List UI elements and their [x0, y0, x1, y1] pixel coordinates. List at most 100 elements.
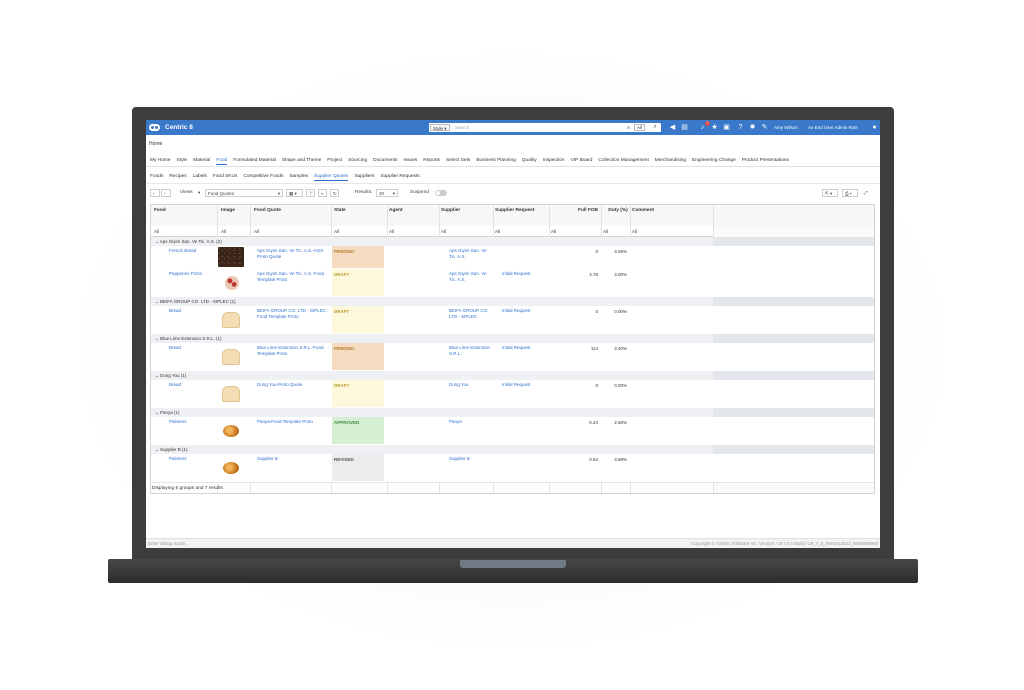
filter-cell[interactable]: All — [603, 229, 608, 234]
subtab-supplier-quotes[interactable]: Supplier Quotes — [314, 174, 349, 181]
star-icon[interactable]: ★ — [710, 123, 719, 132]
column-header-comment[interactable]: Comment — [632, 208, 654, 213]
supplier-request-link[interactable]: Initial Request — [502, 382, 531, 388]
tab-issues[interactable]: Issues — [403, 158, 417, 163]
results-select[interactable]: 20 ▾ — [376, 189, 398, 197]
tab-vip-board[interactable]: VIP Board — [571, 158, 593, 163]
window-icon[interactable]: ▣ — [722, 123, 731, 132]
filter-cell[interactable]: All — [389, 229, 394, 234]
supplier-request-link[interactable]: Initial Request — [502, 271, 531, 277]
tab-select-sets[interactable]: Select Sets — [446, 158, 470, 163]
food-link[interactable]: Bread — [169, 382, 215, 388]
tab-documents[interactable]: Documents — [373, 158, 397, 163]
tab-engineering-change[interactable]: Engineering Change — [692, 158, 736, 163]
food-link[interactable]: Palmiers — [169, 419, 215, 425]
refresh-icon[interactable]: ↻ — [330, 189, 339, 197]
filter-cell[interactable]: All — [221, 229, 226, 234]
tab-sourcing[interactable]: Sourcing — [348, 158, 367, 163]
food-quote-link[interactable]: Aps Giyim San. Ve Tic. A.S.-AGS Proto Qu… — [257, 248, 333, 260]
clipboard-icon[interactable]: ▤ — [680, 123, 689, 132]
subtab-samples[interactable]: Samples — [289, 174, 308, 179]
tab-quality[interactable]: Quality — [522, 158, 537, 163]
column-header-food[interactable]: Food — [154, 208, 166, 213]
centric-logo-icon[interactable] — [149, 124, 160, 131]
column-header-supplier-request[interactable]: Supplier Request — [495, 208, 534, 213]
subtab-labels[interactable]: Labels — [193, 174, 207, 179]
column-header-state[interactable]: State — [334, 208, 346, 213]
filter-icon[interactable]: ⊤ — [306, 189, 315, 197]
user-role[interactable]: An End User Admin Role — [808, 125, 858, 130]
supplier-link[interactable]: Dong You — [449, 382, 493, 388]
forward-button[interactable]: › — [161, 189, 171, 197]
subtab-food-skus[interactable]: Food SKUs — [213, 174, 238, 179]
food-quote-link[interactable]: Aps Giyim San. Ve Tic. A.S.-Food Templat… — [257, 271, 333, 283]
subtab-suppliers[interactable]: Suppliers — [354, 174, 374, 179]
tab-inspection[interactable]: Inspection — [543, 158, 565, 163]
table-row[interactable]: Pepperoni Pizza Aps Giyim San. Ve Tic. A.… — [151, 269, 874, 298]
supplier-link[interactable]: Aps Giyim San. Ve Tic. A.S. — [449, 248, 493, 260]
tab-style[interactable]: Style — [177, 158, 188, 163]
debug-link[interactable]: Enter debug mode... — [148, 541, 189, 546]
table-row[interactable]: Bread BEIFA GROUP CO. LTD - SIPLEC - Food… — [151, 306, 874, 335]
food-quote-link[interactable]: Supplier B — [257, 456, 333, 462]
palette-icon[interactable]: ◐ — [318, 189, 327, 197]
table-row[interactable]: French Bread Aps Giyim San. Ve Tic. A.S.-… — [151, 246, 874, 270]
filter-cell[interactable]: All — [254, 229, 259, 234]
tab-material[interactable]: Material — [193, 158, 210, 163]
column-header-image[interactable]: Image — [221, 208, 235, 213]
tab-my-home[interactable]: My Home — [150, 158, 171, 163]
wrench-icon[interactable]: ✎ — [760, 123, 769, 132]
search-type-select[interactable]: Style ▾ — [430, 124, 450, 131]
supplier-link[interactable]: Aps Giyim San. Ve Tic. A.S. — [449, 271, 493, 283]
food-quote-link[interactable]: BEIFA GROUP CO. LTD - SIPLEC - Food Temp… — [257, 308, 333, 320]
food-link[interactable]: French Bread — [169, 248, 215, 254]
filter-cell[interactable]: All — [632, 229, 637, 234]
export-icon[interactable]: ⇱ ▾ — [822, 189, 838, 197]
subtab-foods[interactable]: Foods — [150, 174, 163, 179]
filter-cell[interactable]: All — [495, 229, 500, 234]
tab-shape-and-theme[interactable]: Shape and Theme — [282, 158, 321, 163]
user-name[interactable]: Amy Wilson — [774, 125, 798, 130]
tab-business-planning[interactable]: Business Planning — [476, 158, 515, 163]
supplier-request-link[interactable]: Initial Request — [502, 308, 531, 314]
help-icon[interactable]: ? — [736, 123, 745, 132]
tab-product-presentations[interactable]: Product Presentations — [742, 158, 789, 163]
filter-cell[interactable]: All — [551, 229, 556, 234]
filter-cell[interactable]: All — [441, 229, 446, 234]
column-chooser-button[interactable]: ▦ ▾ — [286, 189, 303, 197]
back-icon[interactable]: ◀ — [668, 123, 677, 132]
food-link[interactable]: Bread — [169, 308, 215, 314]
supplier-link[interactable]: Panya — [449, 419, 493, 425]
filter-cell[interactable]: All — [334, 229, 339, 234]
food-quote-link[interactable]: Panya-Food Template Proto — [257, 419, 333, 425]
suspend-toggle[interactable] — [435, 190, 447, 196]
food-link[interactable]: Pepperoni Pizza — [169, 271, 215, 277]
table-row[interactable]: Bread Blue Lime Extension S.R.L.-Food Tem… — [151, 343, 874, 372]
views-dropdown-icon[interactable]: ▾ — [196, 189, 202, 197]
table-row[interactable]: Palmiers Supplier B REVISED Supplier B 0.54 3… — [151, 454, 874, 483]
supplier-request-link[interactable]: Initial Request — [502, 345, 531, 351]
supplier-link[interactable]: Blue Lime Extension S.R.L. — [449, 345, 493, 357]
supplier-link[interactable]: BEIFA GROUP CO. LTD - SIPLEC — [449, 308, 493, 320]
tab-formulated-material[interactable]: Formulated Material — [233, 158, 276, 163]
supplier-link[interactable]: Supplier B — [449, 456, 493, 462]
tab-reports[interactable]: Reports — [423, 158, 440, 163]
food-quote-link[interactable]: Blue Lime Extension S.R.L.-Food Template… — [257, 345, 333, 357]
print-icon[interactable]: ⎙ ▾ — [842, 189, 858, 197]
view-select[interactable]: Food Quotes ▾ — [205, 189, 283, 197]
column-header-full-fob[interactable]: Full FOB — [568, 208, 598, 213]
column-header-duty[interactable]: Duty (%) — [607, 208, 629, 213]
table-row[interactable]: Palmiers Panya-Food Template Proto APPROVE… — [151, 417, 874, 446]
back-button[interactable]: ‹ — [150, 189, 160, 197]
breadcrumb[interactable]: Home — [149, 141, 162, 147]
column-header-agent[interactable]: Agent — [389, 208, 403, 213]
tab-merchandising[interactable]: Merchandising — [655, 158, 686, 163]
tab-collection-management[interactable]: Collection Management — [598, 158, 648, 163]
tab-food[interactable]: Food — [216, 158, 228, 165]
column-header-food-quote[interactable]: Food Quote — [254, 208, 281, 213]
subtab-supplier-requests[interactable]: Supplier Requests — [380, 174, 419, 179]
food-link[interactable]: Bread — [169, 345, 215, 351]
food-link[interactable]: Palmiers — [169, 456, 215, 462]
food-quote-link[interactable]: Dong You-Proto Quote — [257, 382, 333, 388]
user-avatar-icon[interactable]: ● — [870, 123, 879, 132]
